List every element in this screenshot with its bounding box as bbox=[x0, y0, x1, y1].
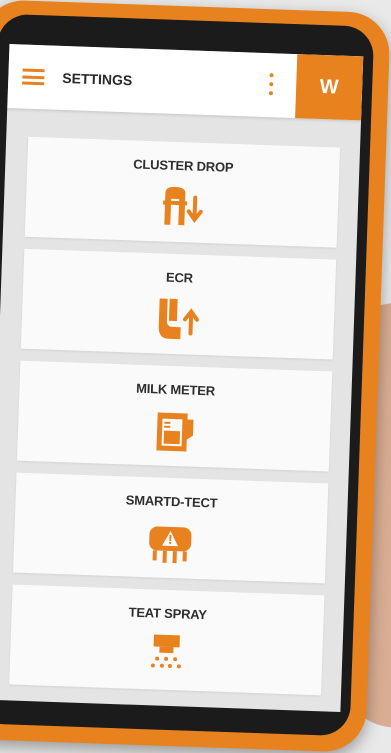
setting-ecr[interactable]: ECR bbox=[20, 248, 337, 360]
hamburger-icon[interactable] bbox=[22, 68, 45, 86]
setting-label: ECR bbox=[165, 269, 194, 286]
app-screen: SETTINGS W CLUSTER DROP ECR MILK METER S… bbox=[0, 44, 364, 713]
milk-meter-icon bbox=[156, 412, 194, 452]
setting-teat-spray[interactable]: TEAT SPRAY bbox=[9, 584, 325, 696]
setting-label: SMARTD-TECT bbox=[125, 492, 218, 511]
setting-milk-meter[interactable]: MILK METER bbox=[16, 360, 333, 472]
cluster-drop-icon bbox=[162, 186, 203, 226]
brand-logo: W bbox=[295, 54, 364, 121]
settings-list: CLUSTER DROP ECR MILK METER SMARTD-TECT … bbox=[0, 108, 361, 712]
ecr-icon bbox=[158, 298, 199, 340]
setting-label: CLUSTER DROP bbox=[133, 156, 234, 175]
kebab-icon[interactable] bbox=[268, 73, 275, 96]
smartd-tect-icon bbox=[149, 526, 192, 564]
teat-spray-icon bbox=[150, 634, 181, 669]
setting-label: MILK METER bbox=[135, 380, 216, 399]
phone-device: SETTINGS W CLUSTER DROP ECR MILK METER S… bbox=[0, 0, 391, 753]
setting-label: TEAT SPRAY bbox=[128, 604, 208, 623]
setting-cluster-drop[interactable]: CLUSTER DROP bbox=[24, 136, 341, 248]
page-title: SETTINGS bbox=[62, 69, 133, 89]
setting-smartd-tect[interactable]: SMARTD-TECT bbox=[13, 472, 329, 584]
